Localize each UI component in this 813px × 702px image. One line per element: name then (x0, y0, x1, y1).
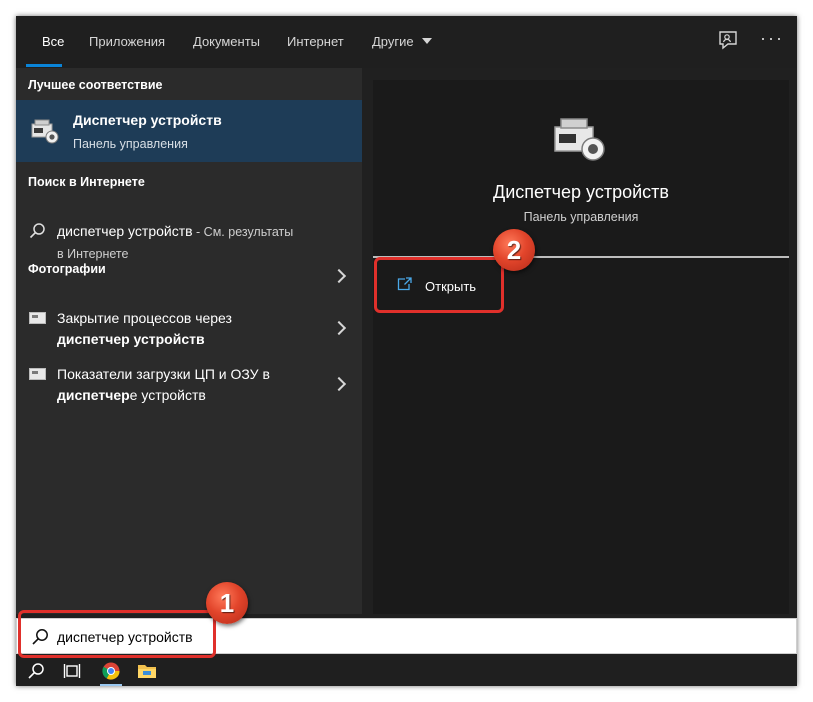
device-manager-icon (31, 119, 59, 144)
preview-title: Диспетчер устройств (493, 182, 669, 202)
more-options-icon[interactable]: ··· (760, 28, 784, 48)
search-highlight-box (18, 610, 216, 658)
preview-subtitle: Панель управления (523, 210, 639, 224)
chrome-icon[interactable] (101, 661, 121, 681)
chevron-right-icon (331, 268, 347, 284)
taskbar (16, 656, 797, 686)
photo-result-text: Показатели загрузки ЦП и ОЗУ в диспетчер… (57, 364, 327, 406)
photo-result-line1: Закрытие процессов через (57, 310, 232, 326)
web-result-suffix: - См. результаты (192, 225, 294, 239)
active-tab-indicator (26, 64, 62, 67)
photo-result-text: Закрытие процессов через диспетчер устро… (57, 308, 327, 350)
search-window: Все Приложения Документы Интернет Другие… (16, 16, 797, 686)
tab-all[interactable]: Все (42, 16, 64, 68)
filter-tabs-bar: Все Приложения Документы Интернет Другие… (16, 16, 797, 68)
web-result-suffix-line2: в Интернете (57, 247, 129, 261)
open-highlight-box (374, 257, 504, 313)
task-view-icon[interactable] (63, 662, 81, 680)
image-icon (29, 368, 46, 380)
section-photos: Фотографии (28, 262, 106, 276)
photo-result-line1: Показатели загрузки ЦП и ОЗУ в (57, 366, 270, 382)
file-explorer-icon[interactable] (137, 662, 157, 680)
web-result-text: диспетчер устройств - См. результаты в И… (57, 221, 327, 265)
best-match-title: Диспетчер устройств (73, 112, 222, 128)
results-panel: Лучшее соответствие Диспетчер устройств … (16, 68, 362, 614)
photo-result-rest: е устройств (129, 387, 206, 403)
tab-apps[interactable]: Приложения (89, 16, 165, 68)
feedback-icon[interactable] (716, 29, 740, 53)
chevron-right-icon (331, 320, 347, 336)
chevron-down-icon (422, 38, 432, 44)
search-icon (29, 223, 45, 239)
chevron-right-icon (331, 376, 347, 392)
web-result-query: диспетчер устройств (57, 223, 193, 239)
tab-internet[interactable]: Интернет (287, 16, 344, 68)
step-badge-2: 2 (493, 229, 535, 271)
device-manager-icon (554, 118, 605, 161)
photo-result-bold: диспетчер (57, 387, 130, 403)
best-match-subtitle: Панель управления (73, 137, 188, 151)
tab-documents[interactable]: Документы (193, 16, 260, 68)
photo-result-bold: диспетчер устройств (57, 331, 205, 347)
best-match-item[interactable]: Диспетчер устройств Панель управления (16, 100, 362, 162)
section-best-match: Лучшее соответствие (28, 78, 163, 92)
step-badge-1: 1 (206, 582, 248, 624)
tab-more[interactable]: Другие (372, 16, 414, 68)
active-app-indicator (100, 684, 122, 686)
preview-panel: Диспетчер устройств Панель управления От… (373, 80, 789, 614)
image-icon (29, 312, 46, 324)
section-web-search: Поиск в Интернете (28, 175, 145, 189)
search-icon[interactable] (27, 662, 45, 680)
